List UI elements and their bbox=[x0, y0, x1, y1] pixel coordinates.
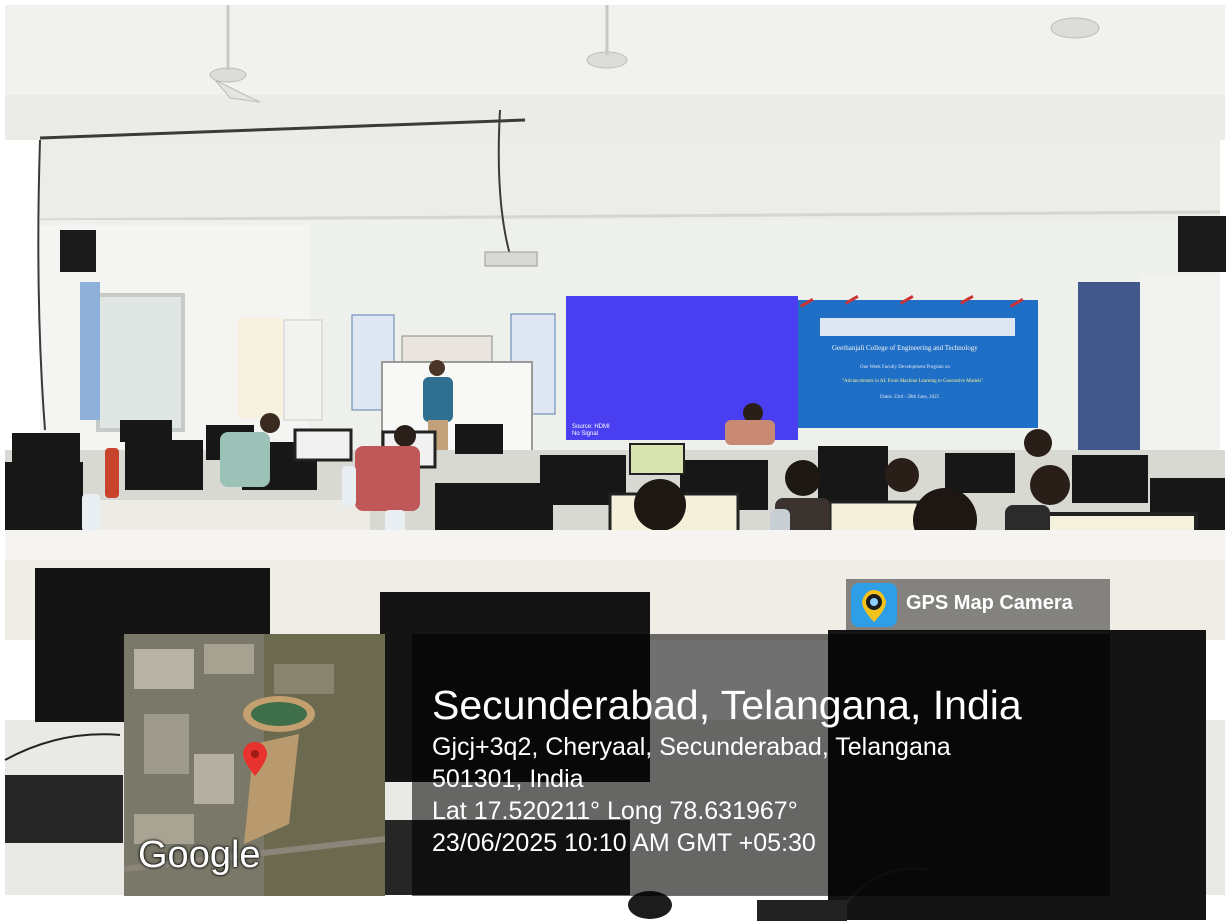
gps-map-camera-icon bbox=[851, 583, 897, 627]
projector-no-signal-text: Source: HDMI bbox=[572, 424, 610, 430]
svg-text:"Advancements in AI: From Mach: "Advancements in AI: From Machine Learni… bbox=[842, 379, 983, 384]
address-line-2: 501301, India bbox=[432, 765, 584, 793]
speaker-left bbox=[60, 230, 96, 272]
google-logo: Google bbox=[138, 834, 261, 876]
ceiling-beam bbox=[40, 140, 1220, 220]
photo-frame: Source: HDMI No Signal Geethanjali Colle… bbox=[0, 0, 1228, 921]
projector bbox=[484, 251, 538, 267]
address-line-1: Gjcj+3q2, Cheryaal, Secunderabad, Telang… bbox=[432, 733, 951, 761]
svg-text:One Week Faculty Development P: One Week Faculty Development Program on bbox=[860, 365, 950, 370]
projection-screen bbox=[566, 296, 798, 440]
svg-text:Geethanjali College of Enginee: Geethanjali College of Engineering and T… bbox=[832, 344, 978, 352]
speaker-right bbox=[1178, 216, 1226, 272]
svg-text:Dates: 23rd - 28th June, 2025: Dates: 23rd - 28th June, 2025 bbox=[880, 395, 940, 400]
coordinates-text: Lat 17.520211° Long 78.631967° bbox=[432, 797, 798, 825]
svg-text:No Signal: No Signal bbox=[572, 431, 598, 437]
gps-app-name: GPS Map Camera bbox=[906, 592, 1073, 614]
datetime-text: 23/06/2025 10:10 AM GMT +05:30 bbox=[432, 829, 816, 857]
location-city: Secunderabad, Telangana, India bbox=[432, 682, 1022, 728]
